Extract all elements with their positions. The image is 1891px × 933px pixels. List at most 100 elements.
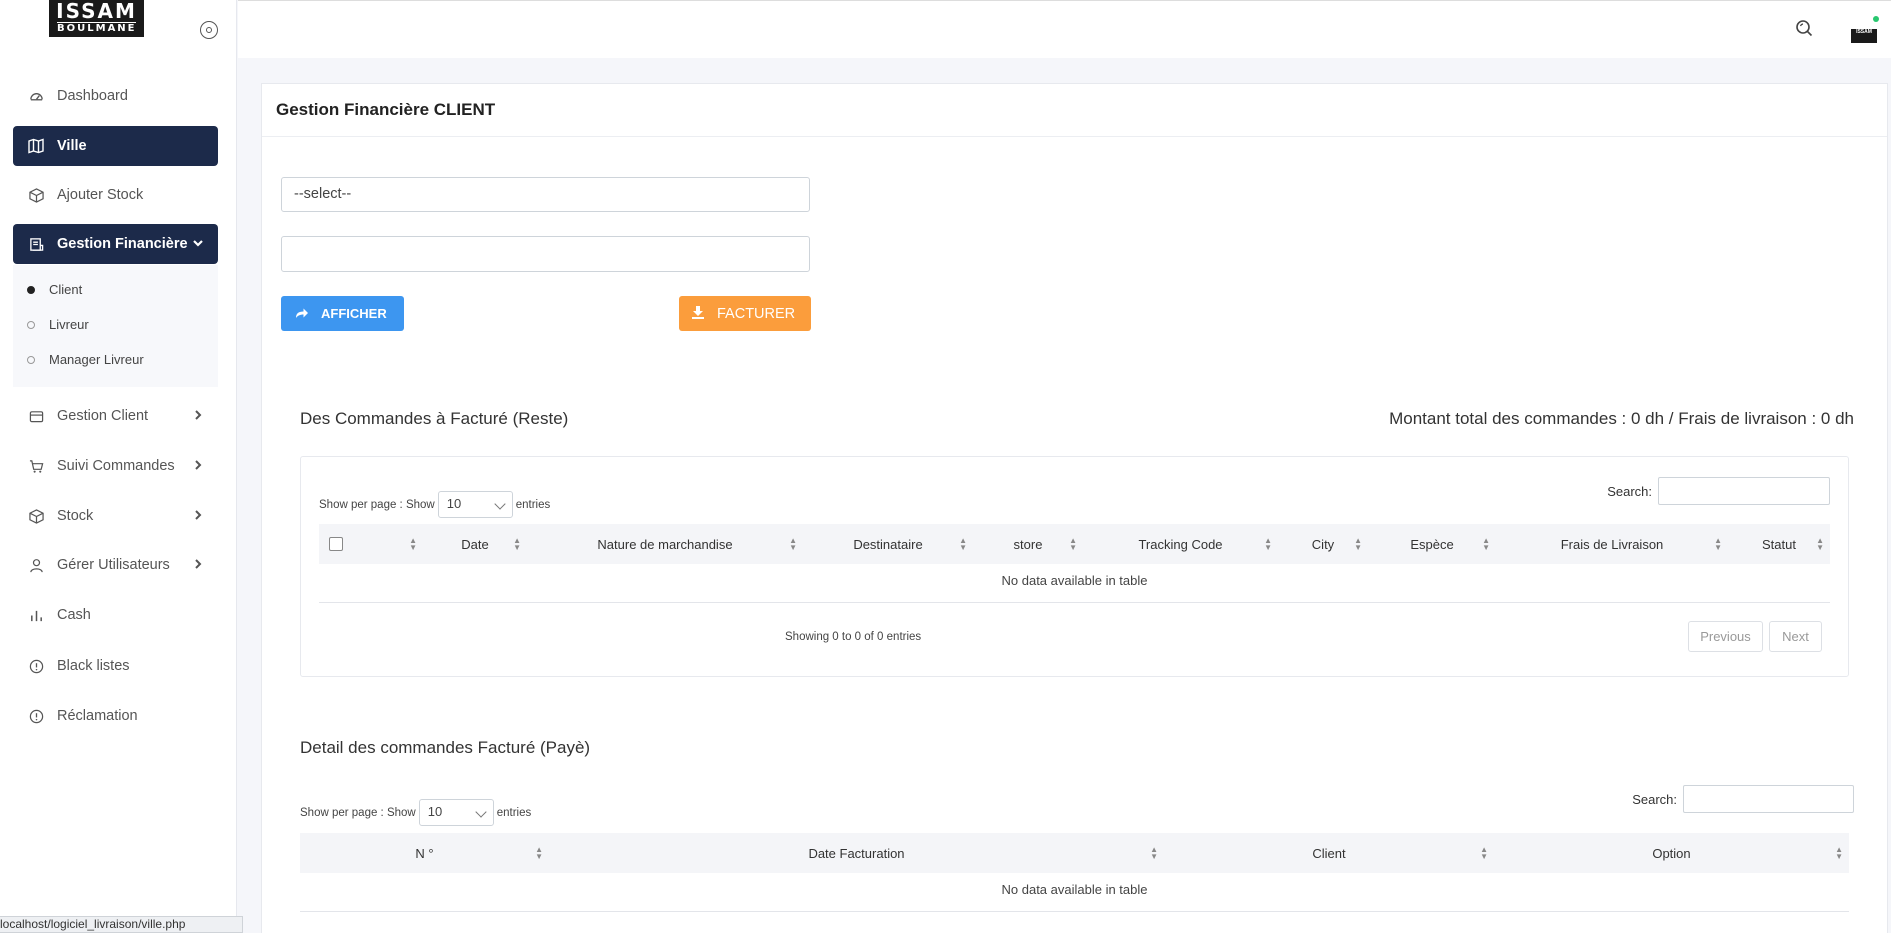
speedometer-icon <box>27 87 45 105</box>
chevron-right-icon <box>192 458 204 474</box>
table-header: ▲ ▼ Date ▲ ▼ Nature de marchandise ▲ ▼ Destin… <box>319 524 1830 564</box>
divider <box>300 911 1849 912</box>
column-label: Nature de marchandise <box>597 536 733 552</box>
length-prefix: Show per page : Show <box>319 498 435 511</box>
sidebar-item-label: Réclamation <box>57 708 138 724</box>
sidebar-item-cash[interactable]: Cash <box>13 595 218 635</box>
sort-icon: ▲ ▼ <box>1482 536 1490 552</box>
sidebar-item-black-listes[interactable]: Black listes <box>13 646 218 686</box>
submenu-item-livreur[interactable]: Livreur <box>27 317 89 332</box>
column-header[interactable]: Destinataire ▲ ▼ <box>803 524 973 564</box>
search-input[interactable] <box>1683 785 1854 813</box>
share-arrow-icon <box>295 306 309 322</box>
length-select[interactable]: 10 <box>418 799 494 826</box>
brand-logo[interactable]: ISSAM BOULMANE <box>49 0 144 37</box>
wallet-icon <box>27 407 45 425</box>
sidebar-item-gestion-client[interactable]: Gestion Client <box>13 396 218 436</box>
logo-line-2: BOULMANE <box>57 22 137 34</box>
page-title: Gestion Financière CLIENT <box>276 100 496 119</box>
client-select[interactable]: --select-- <box>281 177 810 212</box>
submenu-item-manager-livreur[interactable]: Manager Livreur <box>27 352 144 367</box>
length-value: 10 <box>446 496 462 511</box>
column-header[interactable]: Nature de marchandise ▲ ▼ <box>527 524 803 564</box>
facturer-button[interactable]: FACTURER <box>679 296 811 331</box>
sidebar-item-suivi-commandes[interactable]: Suivi Commandes <box>13 446 218 486</box>
column-header[interactable]: Client ▲ ▼ <box>1164 833 1494 873</box>
top-header <box>238 0 1891 58</box>
submenu-item-label: Client <box>49 282 83 297</box>
bullet-empty-icon <box>27 320 35 329</box>
select-all-column[interactable]: ▲ ▼ <box>319 524 423 564</box>
next-label: Next <box>1782 629 1809 644</box>
sort-icon: ▲ ▼ <box>409 536 417 552</box>
sidebar-item-label: Dashboard <box>57 88 128 104</box>
sort-icon: ▲ ▼ <box>1835 845 1843 861</box>
empty-table-message: No data available in table <box>1001 573 1148 588</box>
table-header: N ° ▲ ▼ Date Facturation ▲ ▼ Client ▲ ▼ Option… <box>300 833 1849 873</box>
main-card: Gestion Financière CLIENT --select-- AFF… <box>261 83 1888 933</box>
column-header[interactable]: Tracking Code ▲ ▼ <box>1083 524 1278 564</box>
box-icon <box>27 507 45 525</box>
sidebar-item-label: Suivi Commandes <box>57 458 175 474</box>
column-label: Espèce <box>1410 536 1454 552</box>
section-paye-title: Detail des commandes Facturé (Payè) <box>300 738 591 757</box>
section-reste-title: Des Commandes à Facturé (Reste) <box>300 409 569 428</box>
length-suffix: entries <box>496 806 532 819</box>
column-header[interactable]: Date ▲ ▼ <box>423 524 527 564</box>
next-page-button[interactable]: Next <box>1769 621 1822 652</box>
length-select[interactable]: 10 <box>437 491 513 518</box>
search-control: Search: <box>1607 477 1830 505</box>
search-input[interactable] <box>1658 477 1830 505</box>
divider <box>319 602 1830 603</box>
column-header[interactable]: Frais de Livraison ▲ ▼ <box>1496 524 1728 564</box>
sidebar-item-dashboard[interactable]: Dashboard <box>13 76 218 116</box>
column-header[interactable]: N ° ▲ ▼ <box>300 833 549 873</box>
avatar-text: ISSAM <box>1856 29 1872 35</box>
sidebar-submenu: Client Livreur Manager Livreur <box>13 265 218 387</box>
column-header[interactable]: Date Facturation ▲ ▼ <box>549 833 1164 873</box>
sidebar-item-ajouter-stock[interactable]: Ajouter Stock <box>13 175 218 215</box>
column-label: Statut <box>1762 536 1796 552</box>
previous-label: Previous <box>1700 629 1751 644</box>
column-header[interactable]: store ▲ ▼ <box>973 524 1083 564</box>
submenu-item-label: Manager Livreur <box>49 352 144 367</box>
length-control: Show per page : Show 10 entries <box>319 491 550 518</box>
column-header[interactable]: Espèce ▲ ▼ <box>1368 524 1496 564</box>
alert-circle-icon <box>27 707 45 725</box>
sidebar-item-gestion-financiere[interactable]: Gestion Financière <box>13 224 218 264</box>
sidebar-item-gerer-utilisateurs[interactable]: Gérer Utilisateurs <box>13 545 218 585</box>
column-label: Frais de Livraison <box>1560 536 1664 552</box>
sort-icon: ▲ ▼ <box>789 536 797 552</box>
divider <box>262 136 1887 137</box>
previous-page-button[interactable]: Previous <box>1688 621 1763 652</box>
sidebar-item-label: Gestion Financière <box>57 236 188 252</box>
submenu-item-client[interactable]: Client <box>27 282 82 297</box>
length-value: 10 <box>427 804 443 819</box>
search-icon[interactable] <box>1795 19 1813 37</box>
sort-icon: ▲ ▼ <box>1816 536 1824 552</box>
empty-table-message: No data available in table <box>1001 882 1148 897</box>
sort-icon: ▲ ▼ <box>1069 536 1077 552</box>
sort-icon: ▲ ▼ <box>1264 536 1272 552</box>
sidebar-item-label: Black listes <box>57 658 130 674</box>
sidebar-item-stock[interactable]: Stock <box>13 496 218 536</box>
sort-icon: ▲ ▼ <box>959 536 967 552</box>
column-header[interactable]: Option ▲ ▼ <box>1494 833 1849 873</box>
afficher-button[interactable]: AFFICHER <box>281 296 404 331</box>
sort-icon: ▲ ▼ <box>535 845 543 861</box>
avatar[interactable]: ISSAM <box>1851 29 1877 43</box>
column-header[interactable]: City ▲ ▼ <box>1278 524 1368 564</box>
user-icon <box>27 556 45 574</box>
date-input[interactable] <box>281 236 810 272</box>
client-select-value: --select-- <box>294 186 352 202</box>
length-prefix: Show per page : Show <box>300 806 416 819</box>
column-label: Client <box>1312 845 1346 861</box>
select-all-checkbox[interactable] <box>329 537 343 551</box>
alert-circle-icon <box>27 657 45 675</box>
sidebar-toggle-icon[interactable] <box>200 21 218 39</box>
sidebar-item-ville[interactable]: Ville <box>13 126 218 166</box>
sidebar-item-label: Ville <box>57 138 87 154</box>
column-header[interactable]: Statut ▲ ▼ <box>1728 524 1830 564</box>
facturer-label: FACTURER <box>717 305 796 322</box>
sidebar-item-reclamation[interactable]: Réclamation <box>13 696 218 736</box>
